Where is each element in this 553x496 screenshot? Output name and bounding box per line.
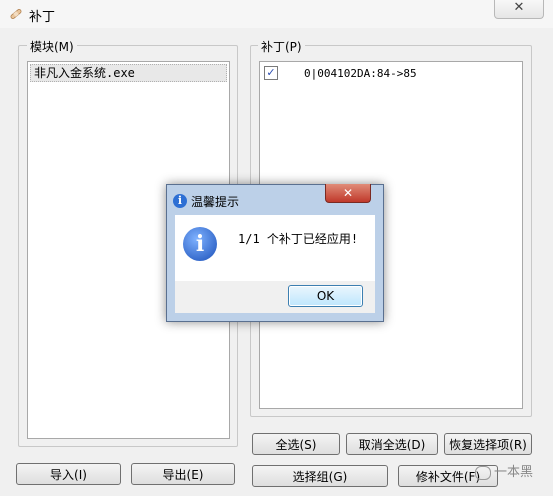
patch-item-label: 0|004102DA:84->85 — [304, 67, 417, 80]
select-group-button[interactable]: 选择组(G) — [252, 465, 388, 487]
restore-selection-button[interactable]: 恢复选择项(R) — [444, 433, 532, 455]
watermark: 一本黑 — [475, 461, 533, 480]
dialog-title: 温馨提示 — [191, 195, 240, 209]
patch-checkbox[interactable]: ✓ — [264, 66, 278, 80]
window-titlebar: 补丁 ✕ — [0, 0, 553, 28]
close-icon: ✕ — [342, 186, 354, 200]
chat-bubble-icon — [475, 465, 491, 480]
dialog-body: i 1/1 个补丁已经应用! — [175, 215, 375, 281]
modules-legend: 模块(M) — [27, 38, 77, 55]
message-dialog: i 温馨提示 ✕ i 1/1 个补丁已经应用! OK — [166, 184, 384, 322]
select-all-button[interactable]: 全选(S) — [252, 433, 340, 455]
deselect-all-button[interactable]: 取消全选(D) — [346, 433, 438, 455]
dialog-close-button[interactable]: ✕ — [325, 184, 371, 203]
export-button[interactable]: 导出(E) — [131, 463, 235, 485]
patches-legend: 补丁(P) — [258, 38, 305, 55]
bandage-icon — [10, 9, 22, 19]
ok-button[interactable]: OK — [288, 285, 363, 307]
module-list-item[interactable]: 非凡入金系统.exe — [30, 64, 227, 82]
close-icon: ✕ — [513, 0, 525, 15]
watermark-text: 一本黑 — [494, 465, 534, 480]
dialog-footer: OK — [175, 281, 375, 313]
dialog-message: 1/1 个补丁已经应用! — [238, 232, 359, 246]
window-title: 补丁 — [29, 10, 56, 25]
info-icon: i — [183, 227, 217, 261]
import-button[interactable]: 导入(I) — [16, 463, 121, 485]
info-small-icon: i — [173, 194, 187, 208]
window-close-button[interactable]: ✕ — [494, 0, 544, 19]
